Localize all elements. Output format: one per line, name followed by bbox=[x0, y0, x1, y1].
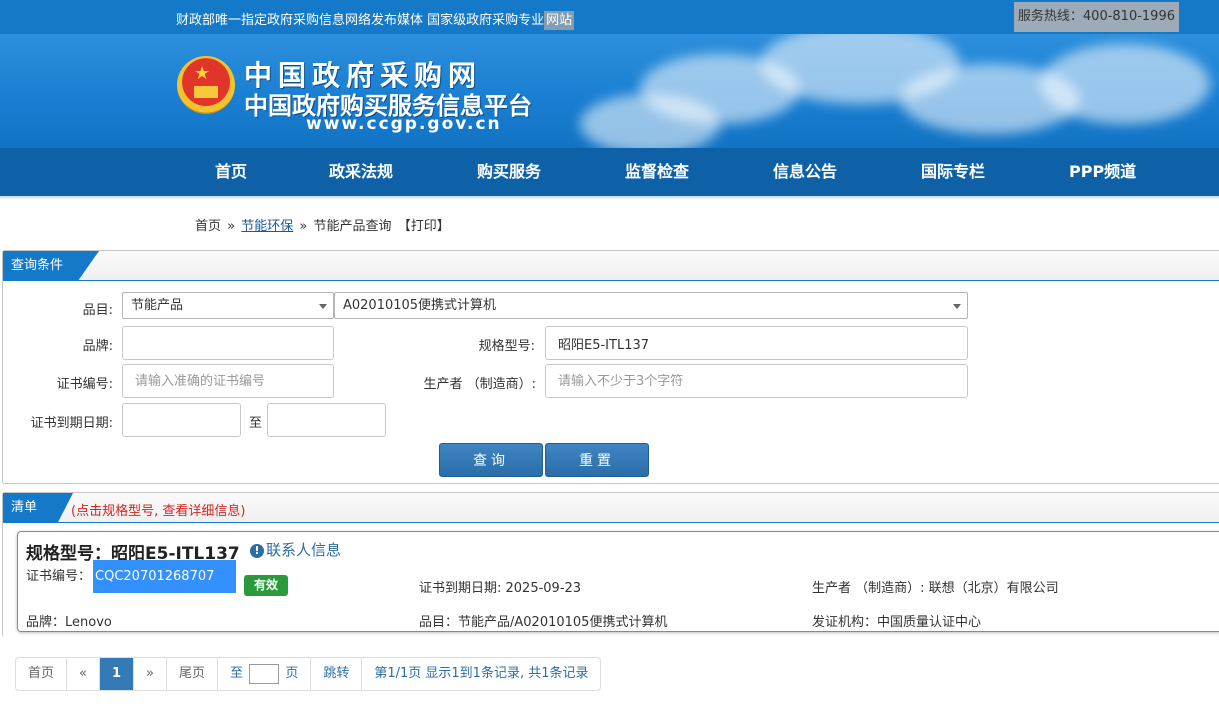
query-panel: 查询条件 品目: 节能产品 A02010105便携式计算机 品牌: 规格型号: … bbox=[2, 250, 1219, 484]
results-panel: 清单 (点击规格型号, 查看详细信息) 规格型号：昭阳E5-ITL137 ! 联系… bbox=[2, 492, 1219, 637]
page-number-input[interactable] bbox=[249, 663, 280, 684]
issuer-value: 发证机构：中国质量认证中心 bbox=[812, 615, 982, 630]
nav-item-supervision[interactable]: 监督检查 bbox=[625, 148, 689, 196]
category-select[interactable]: 节能产品 bbox=[122, 292, 334, 319]
page-last[interactable]: 尾页 bbox=[167, 658, 219, 690]
manufacturer-label: 生产者 （制造商）: bbox=[423, 377, 536, 392]
info-icon: ! bbox=[250, 544, 264, 558]
breadcrumb: 首页 » 节能环保 » 节能产品查询 【打印】 bbox=[195, 215, 452, 234]
manufacturer-input[interactable] bbox=[545, 364, 968, 398]
nav-item-purchase-services[interactable]: 购买服务 bbox=[477, 148, 541, 196]
breadcrumb-separator: » bbox=[299, 219, 308, 234]
expiry-date-value: 证书到期日期: 2025-09-23 bbox=[419, 581, 582, 596]
nav-item-ppp[interactable]: PPP频道 bbox=[1069, 148, 1136, 196]
category-label: 品目: bbox=[82, 303, 113, 318]
subcategory-select-value: A02010105便携式计算机 bbox=[343, 298, 497, 313]
result-card: 规格型号：昭阳E5-ITL137 ! 联系人信息 证书编号： CQC20701268… bbox=[17, 531, 1219, 632]
pagination: 首页 « 1 » 尾页 至 页 跳转 第1/1页 显示1到1条记录, 共1条记录 bbox=[15, 657, 602, 691]
page-jump-button[interactable]: 跳转 bbox=[311, 658, 363, 690]
search-button[interactable]: 查询 bbox=[439, 443, 543, 477]
contact-info-label: 联系人信息 bbox=[266, 541, 342, 559]
page-goto: 至 页 bbox=[218, 658, 312, 690]
brand-input[interactable] bbox=[122, 326, 334, 360]
nav-item-home[interactable]: 首页 bbox=[215, 148, 247, 196]
service-hotline: 服务热线：400-810-1996 bbox=[1013, 2, 1179, 32]
breadcrumb-home[interactable]: 首页 bbox=[195, 219, 221, 234]
model-label: 规格型号: bbox=[478, 339, 535, 354]
page-goto-prefix: 至 bbox=[230, 666, 244, 681]
page-first[interactable]: 首页 bbox=[16, 658, 68, 690]
status-badge: 有效 bbox=[244, 575, 289, 596]
nav-shadow bbox=[0, 196, 1219, 200]
page-next[interactable]: » bbox=[134, 658, 167, 690]
subcategory-select[interactable]: A02010105便携式计算机 bbox=[334, 292, 968, 319]
main-nav: 首页 政采法规 购买服务 监督检查 信息公告 国际专栏 PPP频道 bbox=[0, 148, 1219, 196]
category-value: 品目：节能产品/A02010105便携式计算机 bbox=[419, 615, 668, 630]
breadcrumb-current: 节能产品查询 bbox=[313, 219, 392, 234]
expiry-date-to[interactable] bbox=[267, 403, 386, 437]
cert-number-caption: 证书编号： bbox=[26, 569, 92, 584]
brand-label: 品牌: bbox=[82, 339, 113, 354]
cert-number-label: 证书编号: bbox=[56, 377, 113, 392]
results-panel-tab: 清单 bbox=[3, 493, 73, 523]
page-prev[interactable]: « bbox=[67, 658, 100, 690]
site-banner: ★ 中国政府采购网 中国政府购买服务信息平台 www.ccgp.gov.cn bbox=[0, 34, 1219, 148]
nav-item-international[interactable]: 国际专栏 bbox=[921, 148, 985, 196]
page-current[interactable]: 1 bbox=[99, 658, 135, 690]
date-range-separator: 至 bbox=[248, 416, 262, 431]
top-strip: 财政部唯一指定政府采购信息网络发布媒体 国家级政府采购专业 网站 服务热线：400… bbox=[0, 0, 1219, 34]
national-emblem-icon: ★ bbox=[177, 56, 235, 114]
results-hint: (点击规格型号, 查看详细信息) bbox=[71, 504, 246, 519]
cloud-decoration bbox=[580, 94, 720, 148]
query-panel-header: 查询条件 bbox=[3, 251, 1219, 281]
query-panel-tab: 查询条件 bbox=[3, 251, 99, 281]
results-panel-header: 清单 (点击规格型号, 查看详细信息) bbox=[3, 493, 1219, 523]
print-link[interactable]: 【打印】 bbox=[398, 219, 450, 234]
nav-item-regulations[interactable]: 政采法规 bbox=[329, 148, 393, 196]
contact-info-link[interactable]: ! 联系人信息 bbox=[250, 539, 341, 560]
model-input[interactable] bbox=[545, 326, 968, 360]
nav-item-announcements[interactable]: 信息公告 bbox=[773, 148, 837, 196]
page-goto-suffix: 页 bbox=[285, 666, 299, 681]
expiry-date-from[interactable] bbox=[122, 403, 241, 437]
reset-button[interactable]: 重置 bbox=[545, 443, 649, 477]
cert-number-input[interactable] bbox=[122, 364, 334, 398]
expiry-date-label: 证书到期日期: bbox=[30, 416, 113, 431]
breadcrumb-category[interactable]: 节能环保 bbox=[241, 219, 293, 234]
breadcrumb-separator: » bbox=[227, 219, 236, 234]
brand-value: 品牌：Lenovo bbox=[26, 615, 112, 630]
site-slogan: 财政部唯一指定政府采购信息网络发布媒体 国家级政府采购专业 网站 bbox=[176, 11, 575, 30]
category-select-value: 节能产品 bbox=[131, 298, 184, 313]
cloud-decoration bbox=[1040, 44, 1210, 124]
cert-number-row: 证书编号： CQC20701268707 bbox=[26, 560, 237, 593]
cert-number-value[interactable]: CQC20701268707 bbox=[93, 560, 237, 593]
manufacturer-value: 生产者 （制造商）: 联想（北京）有限公司 bbox=[812, 581, 1059, 596]
site-url: www.ccgp.gov.cn bbox=[306, 114, 502, 134]
chevron-down-icon bbox=[319, 304, 327, 309]
page-summary: 第1/1页 显示1到1条记录, 共1条记录 bbox=[374, 666, 589, 681]
chevron-down-icon bbox=[953, 304, 961, 309]
